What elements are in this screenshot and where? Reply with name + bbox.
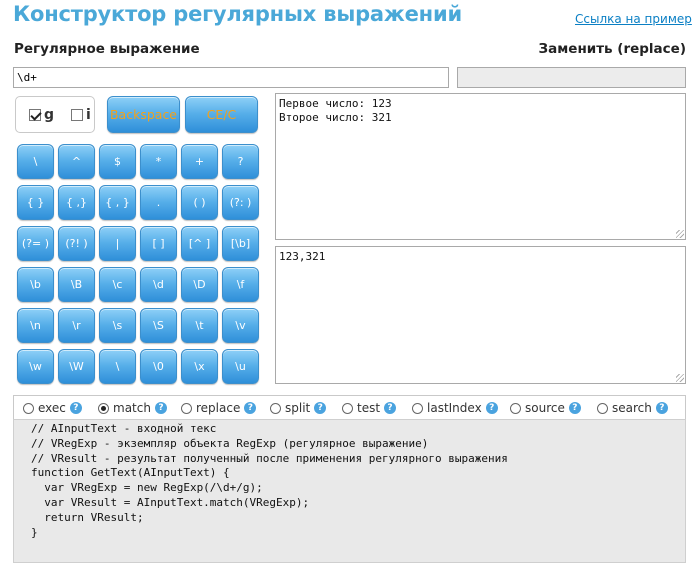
keypad-key[interactable]: \d <box>140 267 177 302</box>
keypad-key[interactable]: \c <box>99 267 136 302</box>
method-label: exec <box>38 401 66 415</box>
method-radio-search[interactable]: search? <box>597 401 668 415</box>
help-icon[interactable]: ? <box>384 402 397 414</box>
keypad-key[interactable]: \S <box>140 308 177 343</box>
output-textarea[interactable]: 123,321 <box>275 246 686 384</box>
keypad-key[interactable]: \ <box>17 144 54 179</box>
example-link[interactable]: Ссылка на пример <box>575 12 692 26</box>
checkbox-unchecked-icon <box>71 109 83 121</box>
resize-grip-icon[interactable] <box>676 230 684 238</box>
radio-icon <box>270 402 281 414</box>
flag-global-label: g <box>44 107 55 123</box>
method-label: source <box>525 401 565 415</box>
page-title: Конструктор регулярных выражений <box>13 2 462 26</box>
flag-global-checkbox[interactable]: g <box>29 107 54 123</box>
keypad-key[interactable]: \n <box>17 308 54 343</box>
keypad-key[interactable]: $ <box>99 144 136 179</box>
code-box: // AInputText - входной текс // VRegExp … <box>13 419 686 563</box>
help-icon[interactable]: ? <box>314 402 327 414</box>
method-radio-exec[interactable]: exec? <box>23 401 82 415</box>
keypad-key[interactable]: [^ ] <box>181 226 218 261</box>
radio-icon <box>23 402 34 414</box>
help-icon[interactable]: ? <box>485 402 498 414</box>
regex-input[interactable] <box>13 67 449 88</box>
keypad-key[interactable]: \b <box>17 267 54 302</box>
resize-grip-icon[interactable] <box>676 374 684 382</box>
keypad-key[interactable]: . <box>140 185 177 220</box>
method-label: lastIndex <box>427 401 482 415</box>
help-icon[interactable]: ? <box>568 402 581 414</box>
keypad-key[interactable]: \u <box>222 349 259 384</box>
keypad-key[interactable]: ^ <box>58 144 95 179</box>
flag-ignorecase-label: i <box>86 107 91 123</box>
method-radio-test[interactable]: test? <box>342 401 397 415</box>
keypad-key[interactable]: (?: ) <box>222 185 259 220</box>
keypad-key[interactable]: \B <box>58 267 95 302</box>
backspace-button[interactable]: Backspace <box>107 96 180 133</box>
replace-input[interactable] <box>457 67 686 88</box>
keypad-key[interactable]: (?! ) <box>58 226 95 261</box>
method-radio-source[interactable]: source? <box>510 401 581 415</box>
flag-ignorecase-checkbox[interactable]: i <box>71 107 91 123</box>
keypad-key[interactable]: { } <box>17 185 54 220</box>
keypad-key[interactable]: { ,} <box>58 185 95 220</box>
regex-label: Регулярное выражение <box>14 41 200 57</box>
method-radio-replace[interactable]: replace? <box>181 401 257 415</box>
keypad-key[interactable]: ( ) <box>181 185 218 220</box>
keypad-key[interactable]: \w <box>17 349 54 384</box>
keypad-key[interactable]: [ ] <box>140 226 177 261</box>
method-label: search <box>612 401 652 415</box>
flags-box: g i <box>15 96 95 133</box>
method-radio-lastindex[interactable]: lastIndex? <box>412 401 498 415</box>
method-label: split <box>285 401 311 415</box>
input-textarea[interactable]: Первое число: 123 Второе число: 321 <box>275 93 686 240</box>
radio-icon <box>597 402 608 414</box>
keypad-key[interactable]: \r <box>58 308 95 343</box>
method-label: replace <box>196 401 241 415</box>
keypad-key[interactable]: { , } <box>99 185 136 220</box>
radio-icon <box>510 402 521 414</box>
radio-icon <box>181 402 192 414</box>
keypad-key[interactable]: \t <box>181 308 218 343</box>
method-label: test <box>357 401 381 415</box>
help-icon[interactable]: ? <box>154 402 167 414</box>
keypad-key[interactable]: \x <box>181 349 218 384</box>
keypad-key[interactable]: (?= ) <box>17 226 54 261</box>
keypad-key[interactable]: \W <box>58 349 95 384</box>
keypad-key[interactable]: + <box>181 144 218 179</box>
keypad-key[interactable]: \ <box>99 349 136 384</box>
keypad-key[interactable]: ? <box>222 144 259 179</box>
keypad-key[interactable]: \f <box>222 267 259 302</box>
method-label: match <box>113 401 151 415</box>
keypad-key[interactable]: [\b] <box>222 226 259 261</box>
help-icon[interactable]: ? <box>244 402 257 414</box>
method-radio-split[interactable]: split? <box>270 401 327 415</box>
checkbox-checked-icon <box>29 109 41 121</box>
keypad-key[interactable]: * <box>140 144 177 179</box>
keypad-key[interactable]: \v <box>222 308 259 343</box>
keypad-key[interactable]: \s <box>99 308 136 343</box>
help-icon[interactable]: ? <box>655 402 668 414</box>
methods-bar: exec? match? replace? split? test? lastIndex?… <box>13 395 686 419</box>
clear-button[interactable]: CE/C <box>185 96 258 133</box>
radio-icon <box>342 402 353 414</box>
radio-selected-icon <box>98 402 109 414</box>
keypad-key[interactable]: | <box>99 226 136 261</box>
code-text: // AInputText - входной текс // VRegExp … <box>31 422 508 539</box>
keypad-key[interactable]: \D <box>181 267 218 302</box>
keypad-key[interactable]: \0 <box>140 349 177 384</box>
method-radio-match[interactable]: match? <box>98 401 167 415</box>
radio-icon <box>412 402 423 414</box>
replace-label: Заменить (replace) <box>538 41 686 57</box>
help-icon[interactable]: ? <box>69 402 82 414</box>
